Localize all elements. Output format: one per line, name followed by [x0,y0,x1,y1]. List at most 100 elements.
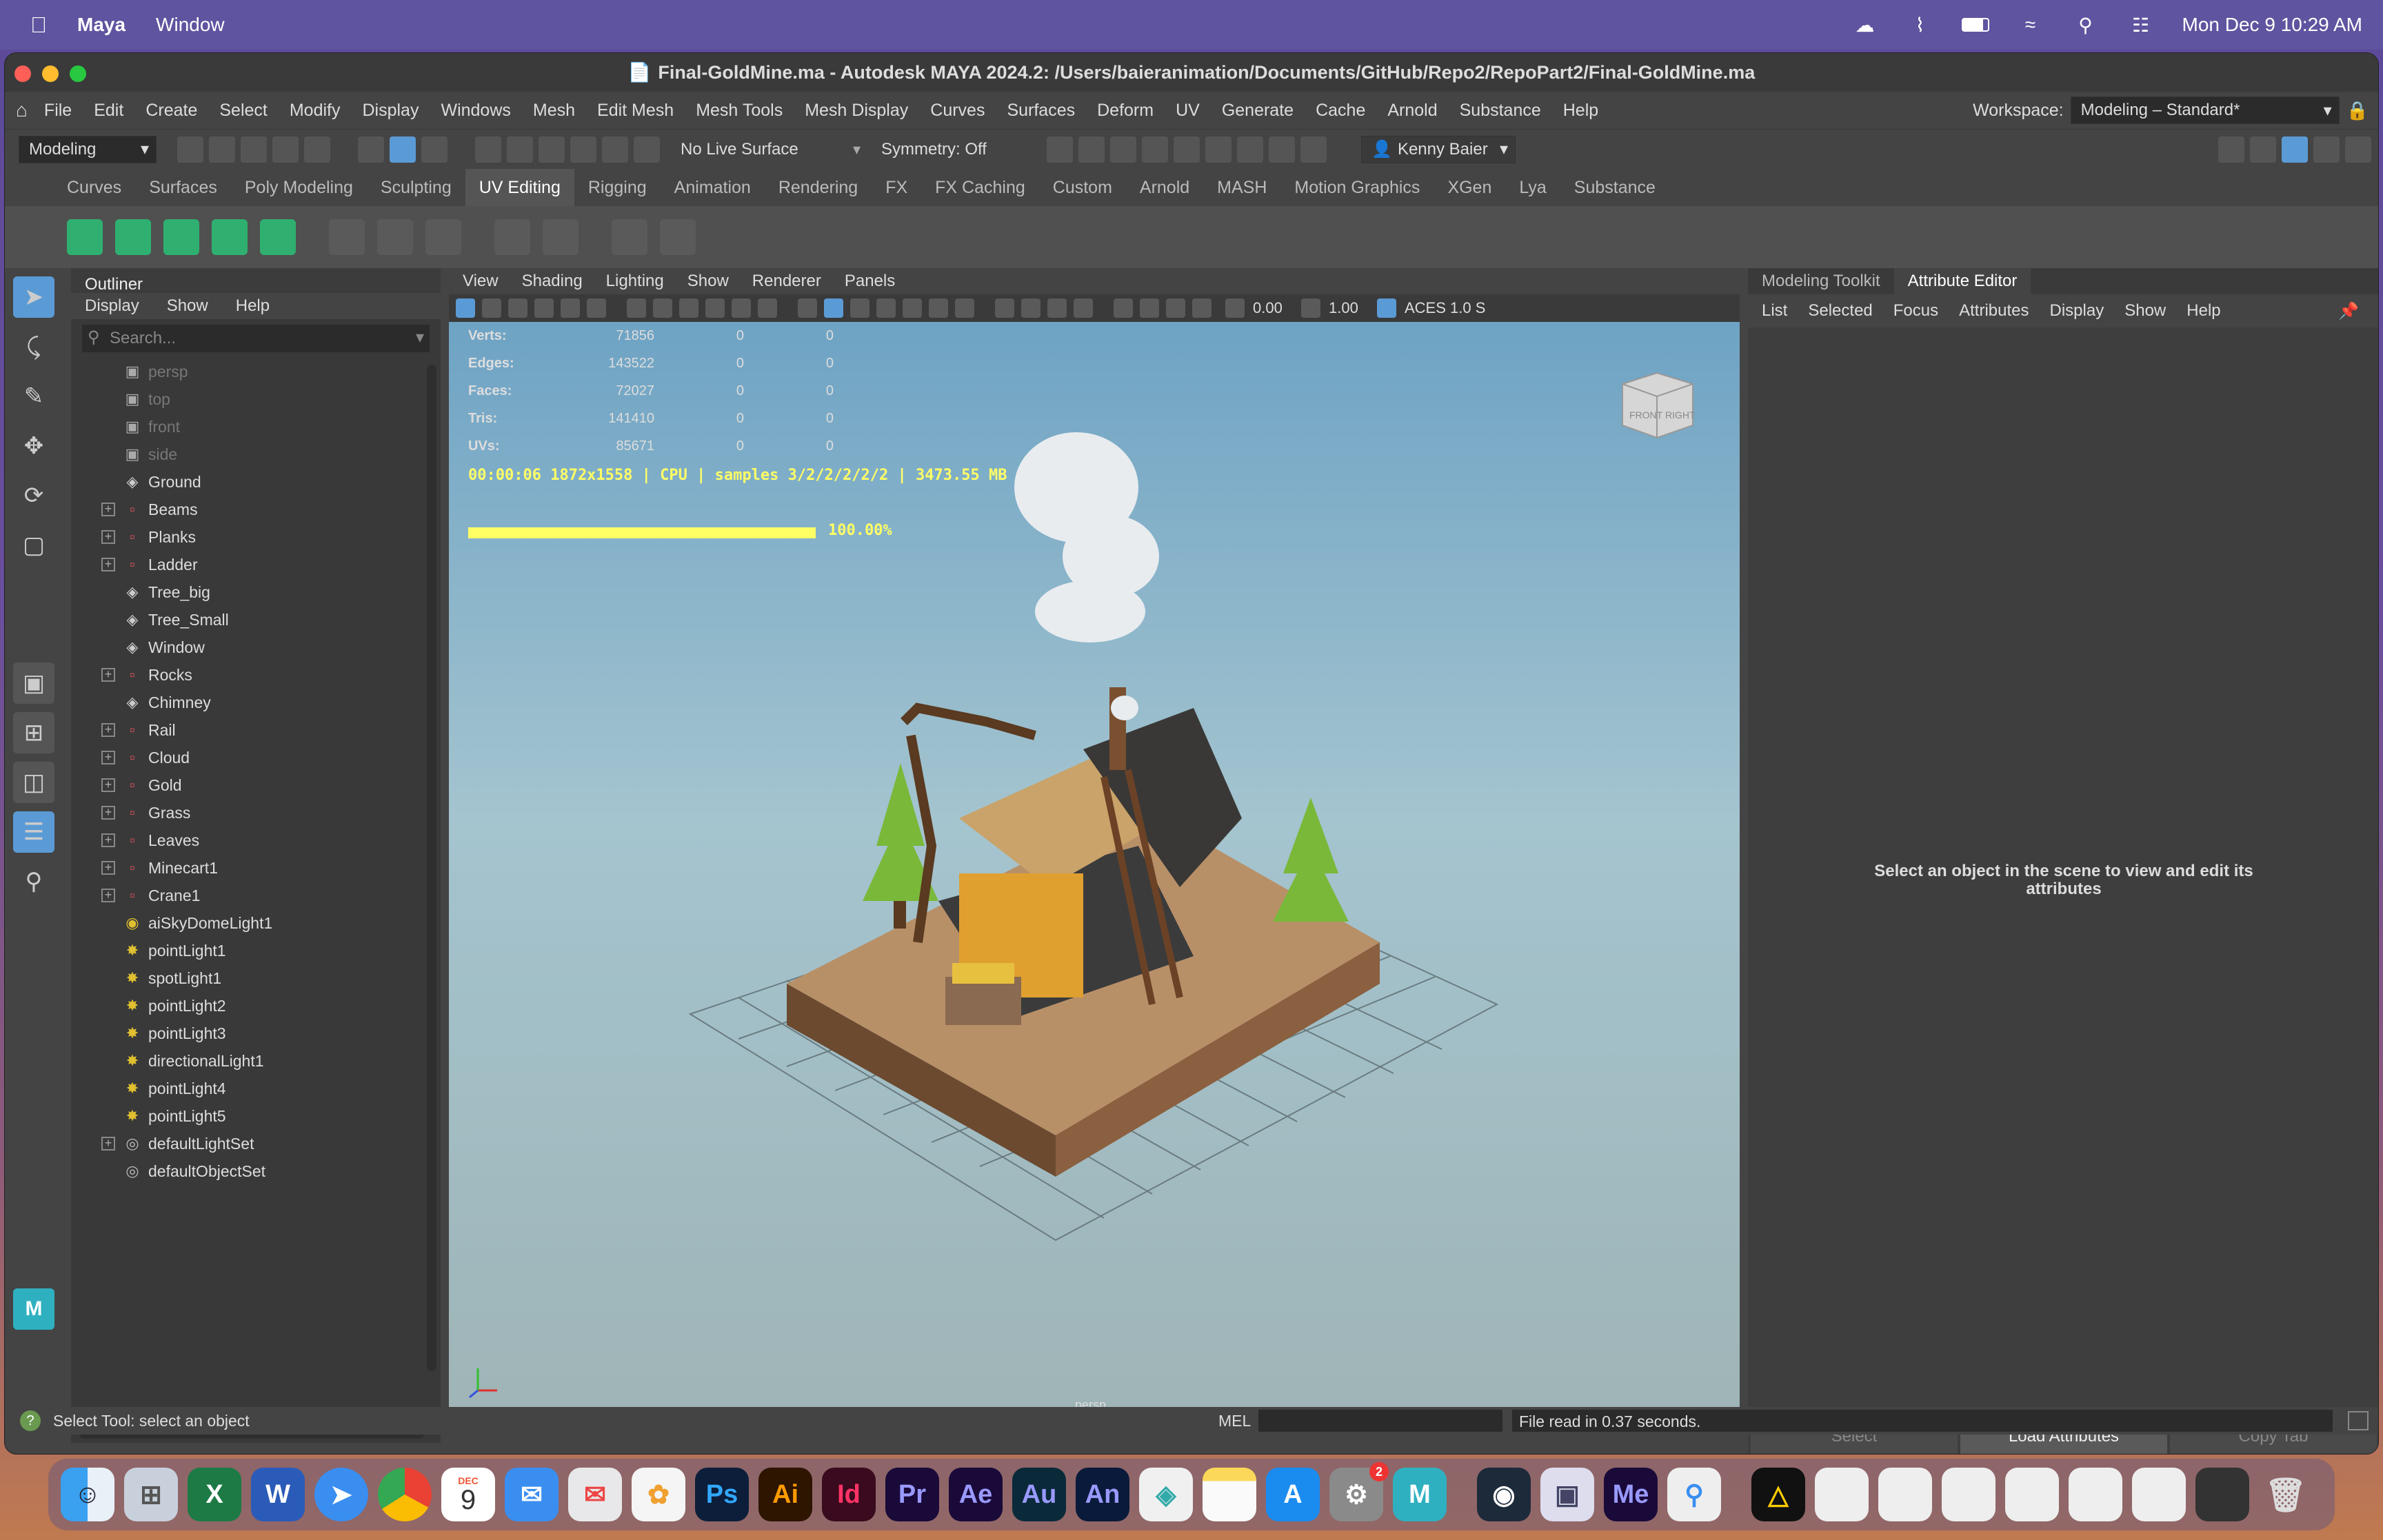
ae-menu-focus[interactable]: Focus [1893,301,1938,321]
notes-icon[interactable] [1203,1468,1256,1521]
backface-culling-icon[interactable] [1192,298,1211,318]
menu-edit[interactable]: Edit [94,101,123,121]
new-scene-icon[interactable] [177,136,203,163]
outliner-item[interactable]: ✸ pointLight2 [71,992,441,1020]
select-by-component-icon[interactable] [390,136,416,163]
app-menu-maya[interactable]: Maya [77,14,125,36]
open-scene-icon[interactable] [209,136,235,163]
expand-icon[interactable]: + [101,778,115,792]
outliner-item[interactable]: + ▫ Gold [71,771,441,799]
redo-icon[interactable] [304,136,330,163]
menu-display[interactable]: Display [362,101,419,121]
viewport-menu-panels[interactable]: Panels [845,272,895,291]
outliner-item[interactable]: + ▫ Leaves [71,827,441,854]
user-account-dropdown[interactable]: 👤 Kenny Baier ▾ [1361,135,1516,163]
photos-icon[interactable]: ✿ [632,1468,685,1521]
menu-window[interactable]: Window [156,14,225,36]
outliner-item[interactable]: + ▫ Planks [71,523,441,551]
select-tool-icon[interactable]: ➤ [13,276,54,318]
menubar-clock[interactable]: Mon Dec 9 10:29 AM [2182,14,2362,36]
shelf-tab-lya[interactable]: Lya [1505,169,1560,206]
anti-aliasing-icon[interactable] [1047,298,1067,318]
outliner-item[interactable]: ▣ front [71,413,441,440]
snap-curve-icon[interactable] [507,136,533,163]
viewcube[interactable]: FRONT RIGHT [1616,363,1698,446]
outliner-item[interactable]: ◈ Chimney [71,689,441,716]
apple-menu-icon[interactable]:  [30,12,47,38]
ae-menu-attributes[interactable]: Attributes [1959,301,2029,321]
depth-of-field-icon[interactable] [1074,298,1093,318]
layout-uv-icon[interactable] [494,219,530,255]
expand-icon[interactable]: + [101,806,115,820]
safari-icon[interactable]: ➤ [314,1468,368,1521]
render-sequence-icon[interactable] [1237,136,1264,163]
recent-doc-5-icon[interactable] [2069,1468,2122,1521]
outliner-menu-help[interactable]: Help [236,296,270,316]
film-gate-icon[interactable] [653,298,672,318]
outliner-item[interactable]: + ▫ Cloud [71,744,441,771]
pause-icon[interactable] [1300,136,1327,163]
persp-outliner-layout-icon[interactable]: ◫ [13,762,54,803]
snap-magnet-icon[interactable] [634,136,660,163]
after-effects-icon[interactable]: Ae [949,1468,1003,1521]
gate-mask-icon[interactable] [705,298,725,318]
preview-icon[interactable]: ▣ [1540,1468,1594,1521]
menu-windows[interactable]: Windows [441,101,510,121]
shelf-tab-fx-caching[interactable]: FX Caching [921,169,1039,206]
outliner-item[interactable]: ▣ top [71,385,441,413]
ambient-occlusion-icon[interactable] [995,298,1014,318]
snap-view-plane-icon[interactable] [570,136,596,163]
menu-mesh-tools[interactable]: Mesh Tools [696,101,783,121]
outliner-item[interactable]: ▣ side [71,440,441,468]
isolate-select-icon[interactable] [1114,298,1133,318]
outliner-item[interactable]: + ▫ Rocks [71,661,441,689]
grease-pencil-icon[interactable] [587,298,606,318]
menu-help[interactable]: Help [1563,101,1598,121]
word-icon[interactable]: W [251,1468,305,1521]
home-icon[interactable]: ⌂ [16,99,28,121]
chrome-icon[interactable] [378,1468,432,1521]
default-material-icon[interactable] [850,298,869,318]
rotate-tool-icon[interactable]: ⟳ [13,475,54,516]
automatic-uv-icon[interactable] [212,219,248,255]
shelf-tab-custom[interactable]: Custom [1039,169,1126,206]
control-center-icon[interactable]: ☷ [2127,14,2155,36]
ae-menu-help[interactable]: Help [2186,301,2220,321]
single-perspective-layout-icon[interactable]: ▣ [13,662,54,704]
ae-menu-list[interactable]: List [1762,301,1787,321]
expand-icon[interactable]: + [101,889,115,902]
ae-menu-show[interactable]: Show [2124,301,2166,321]
menu-mesh-display[interactable]: Mesh Display [805,101,908,121]
shelf-tab-xgen[interactable]: XGen [1434,169,1505,206]
toggle-modeling-toolkit-icon[interactable] [2218,136,2244,163]
shelf-tab-animation[interactable]: Animation [661,169,765,206]
shelf-tab-mash[interactable]: MASH [1203,169,1280,206]
system-settings-icon[interactable]: ⚙ 2 [1329,1462,1389,1521]
outliner-item[interactable]: ◈ Tree_Small [71,606,441,634]
shelf-tab-fx[interactable]: FX [872,169,921,206]
menu-modify[interactable]: Modify [290,101,341,121]
outliner-item[interactable]: ✸ pointLight1 [71,937,441,964]
arnold-render-view-icon[interactable] [1174,136,1200,163]
menu-uv[interactable]: UV [1176,101,1200,121]
menu-mesh[interactable]: Mesh [533,101,575,121]
spherical-uv-icon[interactable] [163,219,199,255]
menu-cache[interactable]: Cache [1316,101,1365,121]
vectorworks-icon[interactable]: △ [1751,1468,1805,1521]
finder-icon[interactable]: ☺ [61,1468,114,1521]
menu-substance[interactable]: Substance [1460,101,1541,121]
uv-editor-icon[interactable] [660,219,696,255]
close-window-button[interactable] [14,65,31,82]
grid-icon[interactable] [627,298,646,318]
illustrator-icon[interactable]: Ai [758,1468,812,1521]
smooth-shade-icon[interactable] [824,298,843,318]
cylindrical-uv-icon[interactable] [115,219,151,255]
arnold-light-icon[interactable] [1269,136,1296,163]
battery-icon[interactable] [1961,14,1989,35]
outliner-item[interactable]: ◈ Window [71,634,441,661]
shelf-tab-curves[interactable]: Curves [53,169,135,206]
recent-doc-7-icon[interactable] [2195,1468,2249,1521]
search-icon[interactable]: ⚲ [13,861,54,902]
wireframe-on-shaded-icon[interactable] [876,298,896,318]
indesign-icon[interactable]: Id [822,1468,876,1521]
